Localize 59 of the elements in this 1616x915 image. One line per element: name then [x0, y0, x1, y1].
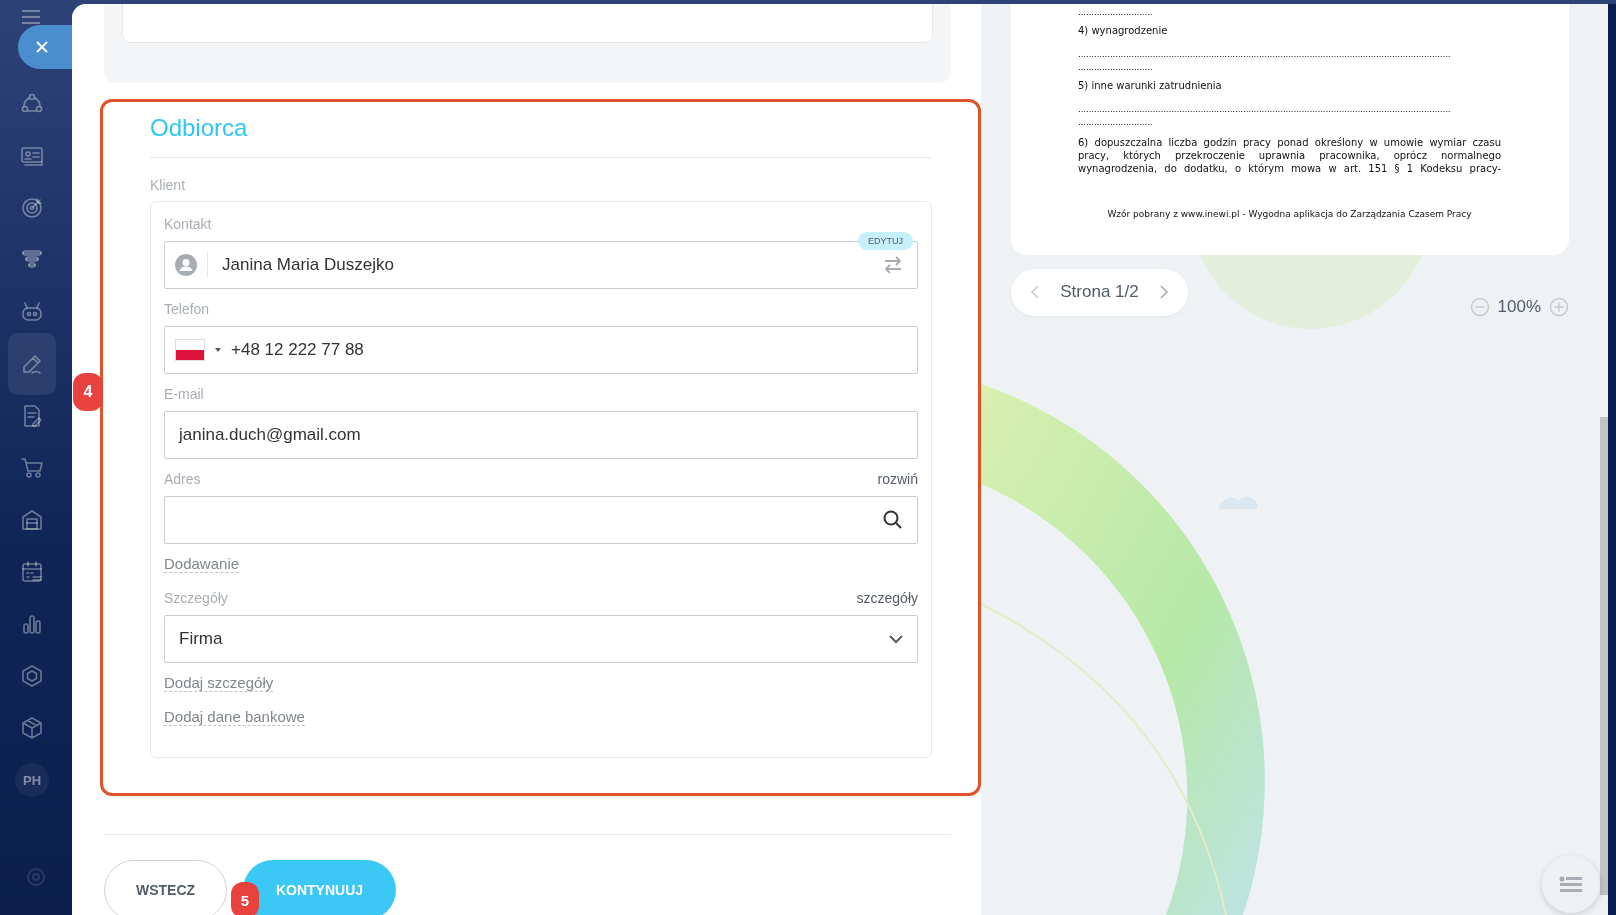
address-field[interactable]	[164, 496, 918, 544]
dotted-line: ............................	[1078, 6, 1154, 19]
client-label: Klient	[150, 176, 187, 194]
list-button[interactable]	[1542, 855, 1600, 913]
search-icon	[883, 510, 903, 530]
phone-field[interactable]: +48 12 222 77 88	[164, 326, 918, 374]
chevron-right-icon	[1159, 285, 1168, 299]
field-label: Szczegóły	[164, 589, 228, 608]
zoom-level: 100%	[1497, 297, 1541, 317]
avatar-initials: PH	[15, 763, 49, 797]
document-footer: Wzór pobrany z www.inewi.pl - Wygodna aplikacja do Zarządzania Czasem Pracy	[1078, 209, 1501, 219]
person-icon	[175, 254, 197, 276]
section-title: Odbiorca	[150, 112, 932, 158]
robot-icon	[20, 300, 44, 324]
swap-icon	[883, 255, 903, 275]
calendar-icon	[20, 560, 44, 584]
document-paragraph: 6) dopuszczalna liczba godzin pracy ponad określony w umowie wymiar czasu pracy, których przekroczenie uprawnia pracownika, oprócz normalnego wynagrodzenia, do dodatku, o którym mowa w art. 151 § 1 Kodeksu pracy-	[1078, 136, 1501, 175]
step-marker: 4	[73, 373, 103, 411]
sidebar-item[interactable]	[8, 333, 56, 395]
dotted-line: ............................................................................................................................................	[1078, 48, 1452, 61]
list-icon	[1559, 876, 1583, 892]
field-label: Telefon	[164, 300, 210, 319]
dotted-line: ............................................................................................................................................	[1078, 103, 1452, 116]
sidebar-item[interactable]: PH	[8, 754, 56, 806]
caret-icon	[215, 348, 221, 352]
field-label: Kontakt	[164, 215, 212, 234]
field-label: E-mail	[164, 385, 204, 404]
back-button[interactable]: WSTECZ	[104, 860, 227, 915]
flag-icon[interactable]	[175, 339, 205, 361]
add-link[interactable]: Dodaj szczegóły	[164, 674, 274, 692]
chevron-left-icon	[1031, 285, 1040, 299]
dotted-line: ............................	[1078, 61, 1154, 74]
step-marker: 5	[231, 882, 259, 915]
menu-icon	[20, 8, 42, 26]
add-link[interactable]: Dodawanie	[164, 555, 240, 573]
field-label: Adres	[164, 470, 201, 489]
box-icon	[20, 716, 44, 740]
zoom-out-icon	[1469, 297, 1490, 317]
bar-chart-icon	[20, 612, 44, 636]
details-select[interactable]: Firma	[164, 615, 918, 663]
add-link[interactable]: Dodaj dane bankowe	[164, 708, 305, 726]
expand-link[interactable]: rozwiń	[877, 469, 918, 489]
email-field[interactable]: janina.duch@gmail.com	[164, 411, 918, 459]
document-text: 5) inne warunki zatrudnienia	[1078, 79, 1223, 93]
scrollbar[interactable]	[1600, 417, 1608, 895]
hexagon-icon	[20, 664, 44, 688]
pen-icon	[20, 352, 44, 376]
close-icon	[35, 40, 49, 54]
target-icon	[20, 196, 44, 220]
page-indicator: Strona 1/2	[1060, 282, 1139, 302]
expand-link[interactable]: szczegóły	[856, 588, 918, 608]
cart-icon	[20, 456, 44, 480]
warehouse-icon	[20, 508, 44, 532]
id-card-icon	[20, 144, 44, 168]
zoom-in-icon	[1549, 297, 1569, 317]
document-text: 4) wynagrodzenie	[1078, 24, 1169, 38]
chevron-down-icon	[889, 634, 903, 644]
dotted-line: ............................	[1078, 116, 1154, 129]
edit-badge[interactable]: EDYTUJ	[858, 232, 913, 250]
